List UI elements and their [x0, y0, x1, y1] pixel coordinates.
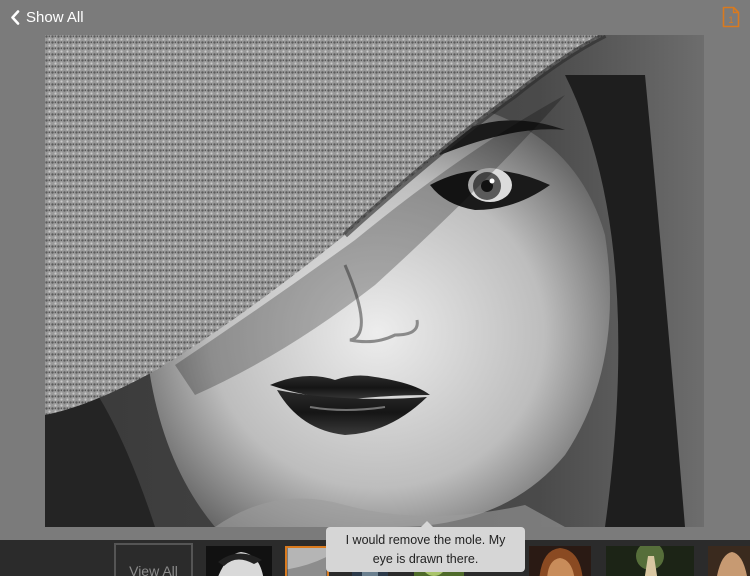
top-bar: Show All 1 [0, 0, 750, 36]
thumbnail[interactable] [529, 546, 591, 576]
chevron-left-icon [11, 10, 20, 25]
thumbnail-image [206, 546, 272, 576]
thumbnail-image [287, 548, 327, 576]
view-all-label: View All [129, 563, 178, 576]
portrait-photo [45, 35, 704, 527]
back-label: Show All [26, 9, 84, 26]
back-to-all-button[interactable]: Show All [10, 9, 84, 26]
thumbnail-active[interactable] [285, 546, 329, 576]
thumbnail-image [708, 546, 750, 576]
note-count: 1 [728, 15, 733, 25]
view-all-button[interactable]: View All [114, 543, 193, 576]
thumbnail-image [529, 546, 591, 576]
thumbnail[interactable] [606, 546, 694, 576]
note-count-icon[interactable]: 1 [722, 6, 740, 28]
comment-text: I would remove the mole. My eye is drawn… [345, 532, 506, 566]
thumbnail-image [606, 546, 694, 576]
thumbnail[interactable] [708, 546, 750, 576]
thumbnail[interactable] [206, 546, 272, 576]
main-photo[interactable] [45, 35, 704, 527]
comment-tooltip: I would remove the mole. My eye is drawn… [326, 527, 525, 572]
